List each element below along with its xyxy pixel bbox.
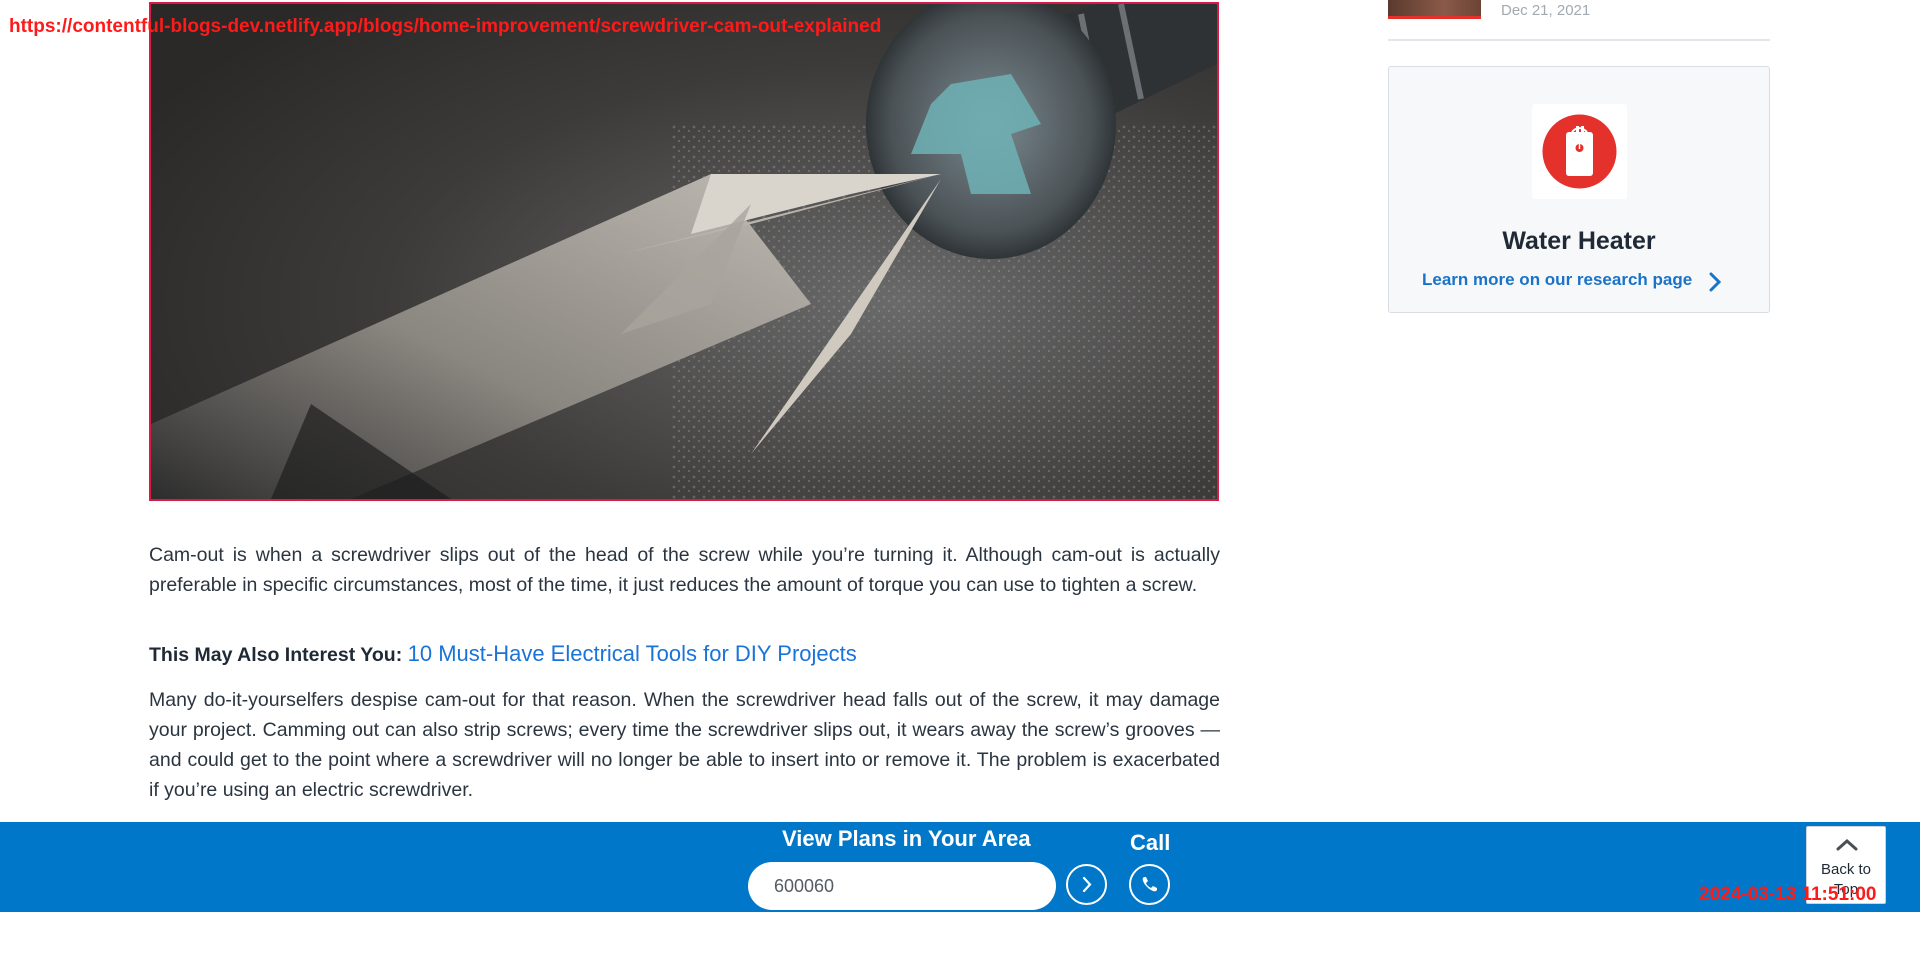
sidebar-post-date: Dec 21, 2021 xyxy=(1501,2,1591,19)
phone-icon xyxy=(1142,877,1157,892)
article-paragraph: Many do-it-yourselfers despise cam-out f… xyxy=(149,689,1220,801)
article-hero-image xyxy=(149,2,1219,501)
zip-submit-button[interactable] xyxy=(1066,864,1107,905)
sidebar-divider xyxy=(1388,39,1770,41)
sidebar-post-thumbnail[interactable] xyxy=(1388,0,1481,19)
research-card-title: Water Heater xyxy=(1502,227,1656,255)
research-card: Water Heater Learn more on our research … xyxy=(1388,66,1770,313)
zip-code-input[interactable] xyxy=(748,862,1056,910)
call-label: Call xyxy=(1130,830,1171,855)
chevron-up-icon xyxy=(1836,838,1858,851)
chevron-right-icon xyxy=(1082,876,1092,893)
call-button[interactable] xyxy=(1129,864,1170,905)
article-paragraph: Cam-out is when a screwdriver slips out … xyxy=(149,544,1220,596)
timestamp-overlay: 2024-03-13 11:51:00 xyxy=(1699,884,1877,905)
chevron-right-icon[interactable] xyxy=(1708,272,1722,292)
research-page-link[interactable]: Learn more on our research page xyxy=(1422,270,1692,290)
related-article-link[interactable]: 10 Must-Have Electrical Tools for DIY Pr… xyxy=(408,641,857,666)
view-plans-bar: View Plans in Your Area Call xyxy=(0,822,1920,912)
view-plans-heading: View Plans in Your Area xyxy=(782,826,1031,851)
url-overlay: https://contentful-blogs-dev.netlify.app… xyxy=(9,16,882,37)
related-article-callout: This May Also Interest You: 10 Must-Have… xyxy=(149,641,1220,667)
water-heater-icon xyxy=(1532,104,1627,199)
related-article-label: This May Also Interest You: xyxy=(149,644,403,666)
